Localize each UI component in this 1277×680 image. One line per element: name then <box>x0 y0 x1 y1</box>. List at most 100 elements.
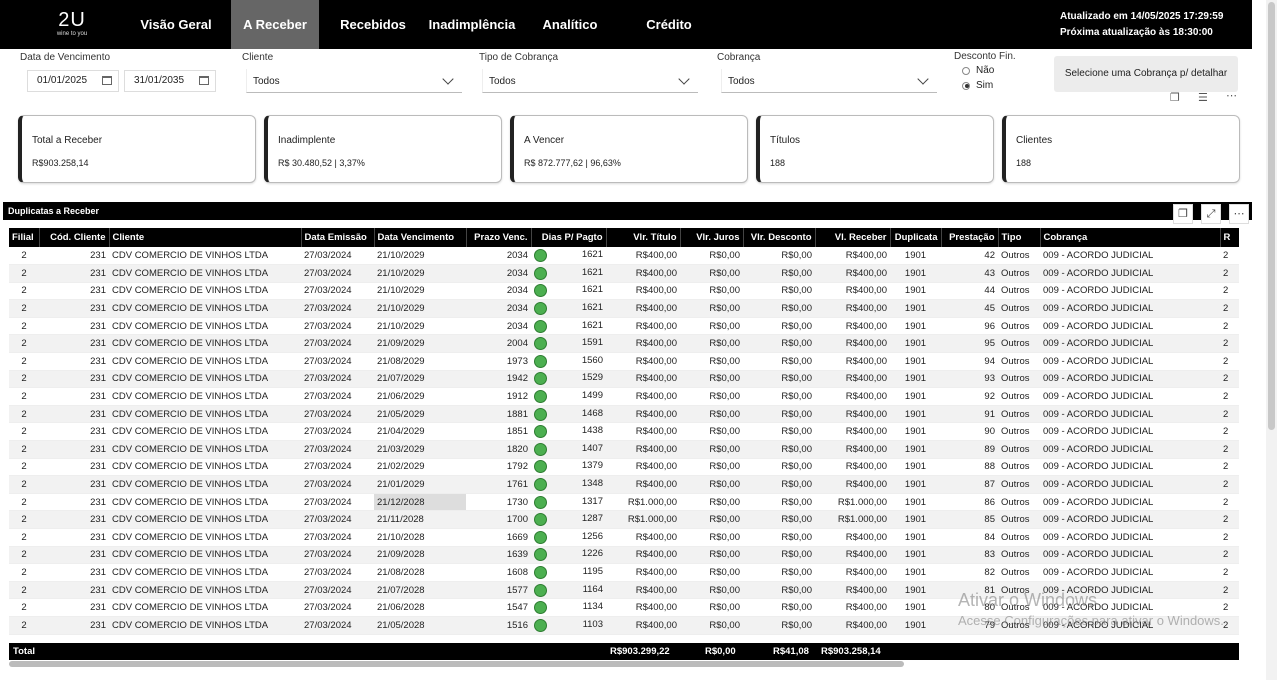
copy-icon[interactable]: ❐ <box>1173 204 1193 224</box>
radio-selected-icon[interactable] <box>962 81 970 90</box>
nav-a-receber[interactable]: A Receber <box>231 0 319 49</box>
column-header[interactable]: R <box>1220 228 1239 247</box>
table-row[interactable]: 2 231 CDV COMERCIO DE VINHOS LTDA 27/03/202… <box>9 563 1239 582</box>
table-cell: Outros <box>998 352 1040 371</box>
table-row[interactable]: 2 231 CDV COMERCIO DE VINHOS LTDA 27/03/202… <box>9 493 1239 512</box>
table-cell: 2034 <box>466 317 531 336</box>
table-row[interactable]: 2 231 CDV COMERCIO DE VINHOS LTDA 27/03/202… <box>9 616 1239 635</box>
column-header[interactable]: Tipo <box>998 228 1041 247</box>
date-from-field[interactable]: 01/01/2025 <box>27 70 119 92</box>
column-header[interactable]: Data Emissão <box>301 228 375 247</box>
table-cell: 1901 <box>890 546 941 565</box>
table-row[interactable]: 2 231 CDV COMERCIO DE VINHOS LTDA 27/03/202… <box>9 422 1239 442</box>
table-row[interactable]: 2 231 CDV COMERCIO DE VINHOS LTDA 27/03/202… <box>9 264 1239 283</box>
table-row[interactable]: 2 231 CDV COMERCIO DE VINHOS LTDA 27/03/202… <box>9 581 1239 600</box>
table-row[interactable]: 2 231 CDV COMERCIO DE VINHOS LTDA 27/03/202… <box>9 247 1239 266</box>
table-cell: 27/03/2024 <box>301 546 374 565</box>
table-cell: 009 - ACORDO JUDICIAL <box>1040 546 1220 565</box>
table-cell: 1820 <box>466 440 531 459</box>
table-cell: R$400,00 <box>815 370 890 389</box>
dias-value: 1164 <box>582 583 603 595</box>
table-row[interactable]: 2 231 CDV COMERCIO DE VINHOS LTDA 27/03/202… <box>9 510 1239 529</box>
table-cell: R$400,00 <box>815 528 890 547</box>
column-header[interactable]: Cód. Cliente <box>39 228 110 247</box>
table-cell: 2 <box>1220 422 1239 442</box>
cliente-dropdown[interactable]: Todos <box>246 69 462 93</box>
column-header[interactable]: Dias P/ Pagto <box>531 228 607 247</box>
more-options-icon[interactable]: ⋯ <box>1229 204 1249 224</box>
column-header[interactable]: Filial <box>9 228 40 247</box>
nav-credito[interactable]: Crédito <box>630 0 708 49</box>
table-cell: R$400,00 <box>606 475 680 494</box>
column-header[interactable]: Cobrança <box>1040 228 1221 247</box>
column-header[interactable]: Prestação <box>941 228 999 247</box>
page-scrollbar-thumb[interactable] <box>1268 2 1275 430</box>
desconto-nao-radio[interactable]: Não <box>962 65 994 76</box>
table-cell: 27/03/2024 <box>301 598 374 617</box>
radio-icon[interactable] <box>962 66 970 75</box>
desconto-sim-radio[interactable]: Sim <box>962 80 993 91</box>
column-header[interactable]: Vl. Receber <box>815 228 891 247</box>
page-scrollbar[interactable] <box>1266 0 1277 680</box>
duplicatas-table[interactable]: Filial Cód. Cliente Cliente Data Emissão Dat… <box>9 228 1239 660</box>
nav-analitico[interactable]: Analítico <box>530 0 610 49</box>
dias-value: 1287 <box>581 513 603 525</box>
table-cell: 27/03/2024 <box>301 317 374 336</box>
cliente-label: Cliente <box>242 52 274 63</box>
dias-value: 1468 <box>581 407 603 419</box>
column-header[interactable]: Data Vencimento <box>374 228 467 247</box>
table-row[interactable]: 2 231 CDV COMERCIO DE VINHOS LTDA 27/03/202… <box>9 405 1239 424</box>
card-clientes: Clientes 188 <box>1002 115 1240 183</box>
table-cell: 21/09/2029 <box>374 334 466 354</box>
table-row[interactable]: 2 231 CDV COMERCIO DE VINHOS LTDA 27/03/202… <box>9 598 1239 617</box>
table-row[interactable]: 2 231 CDV COMERCIO DE VINHOS LTDA 27/03/202… <box>9 299 1239 318</box>
table-row[interactable]: 2 231 CDV COMERCIO DE VINHOS LTDA 27/03/202… <box>9 528 1239 547</box>
cobranca-dropdown[interactable]: Todos <box>721 69 937 93</box>
tipo-dropdown[interactable]: Todos <box>482 69 698 93</box>
table-row[interactable]: 2 231 CDV COMERCIO DE VINHOS LTDA 27/03/202… <box>9 370 1239 389</box>
table-cell: 21/07/2029 <box>374 370 466 389</box>
table-row[interactable]: 2 231 CDV COMERCIO DE VINHOS LTDA 27/03/202… <box>9 317 1239 336</box>
detail-cobranca-button[interactable]: Selecione uma Cobrança p/ detalhar <box>1054 56 1238 92</box>
table-cell: Outros <box>998 563 1040 582</box>
date-to-field[interactable]: 31/01/2035 <box>124 70 216 92</box>
nav-visao-geral[interactable]: Visão Geral <box>130 0 222 49</box>
table-cell: R$400,00 <box>815 563 890 582</box>
column-header[interactable]: Prazo Venc. <box>466 228 532 247</box>
nav-recebidos[interactable]: Recebidos <box>332 0 414 49</box>
table-cell: 2 <box>1220 317 1239 336</box>
table-cell: 009 - ACORDO JUDICIAL <box>1040 528 1220 547</box>
table-cell: 2 <box>9 475 39 494</box>
next-update-time: Próxima atualização às 18:30:00 <box>1060 27 1213 38</box>
column-header[interactable]: Duplicata <box>890 228 942 247</box>
column-header[interactable]: Vlr. Título <box>606 228 681 247</box>
expand-icon[interactable]: ⤢ <box>1201 204 1221 224</box>
calendar-icon[interactable] <box>199 76 209 85</box>
table-row[interactable]: 2 231 CDV COMERCIO DE VINHOS LTDA 27/03/202… <box>9 475 1239 494</box>
column-header[interactable]: Vlr. Desconto <box>743 228 816 247</box>
dias-value: 1438 <box>581 425 603 437</box>
table-cell: R$0,00 <box>680 493 743 512</box>
table-cell: 1901 <box>890 264 941 283</box>
table-cell: 21/08/2028 <box>374 563 466 582</box>
calendar-icon[interactable] <box>102 76 112 85</box>
table-row[interactable]: 2 231 CDV COMERCIO DE VINHOS LTDA 27/03/202… <box>9 546 1239 565</box>
table-cell: 1901 <box>890 510 941 529</box>
more-options-icon[interactable]: ⋯ <box>1226 89 1237 102</box>
table-cell: 45 <box>941 299 998 318</box>
column-header[interactable]: Cliente <box>109 228 302 247</box>
table-row[interactable]: 2 231 CDV COMERCIO DE VINHOS LTDA 27/03/202… <box>9 440 1239 459</box>
table-horizontal-scrollbar[interactable] <box>9 661 904 667</box>
table-row[interactable]: 2 231 CDV COMERCIO DE VINHOS LTDA 27/03/202… <box>9 458 1239 477</box>
status-circle-icon <box>534 513 547 527</box>
table-row[interactable]: 2 231 CDV COMERCIO DE VINHOS LTDA 27/03/202… <box>9 334 1239 354</box>
status-circle-icon <box>534 372 547 386</box>
column-header[interactable]: Vlr. Juros <box>680 228 744 247</box>
nav-inadimplencia[interactable]: Inadimplência <box>424 0 520 49</box>
table-cell: 42 <box>941 247 998 266</box>
table-row[interactable]: 2 231 CDV COMERCIO DE VINHOS LTDA 27/03/202… <box>9 282 1239 301</box>
copy-icon[interactable]: ❐ <box>1170 91 1180 104</box>
filter-icon[interactable]: ☰ <box>1198 91 1208 104</box>
table-row[interactable]: 2 231 CDV COMERCIO DE VINHOS LTDA 27/03/202… <box>9 387 1239 406</box>
table-row[interactable]: 2 231 CDV COMERCIO DE VINHOS LTDA 27/03/202… <box>9 352 1239 371</box>
